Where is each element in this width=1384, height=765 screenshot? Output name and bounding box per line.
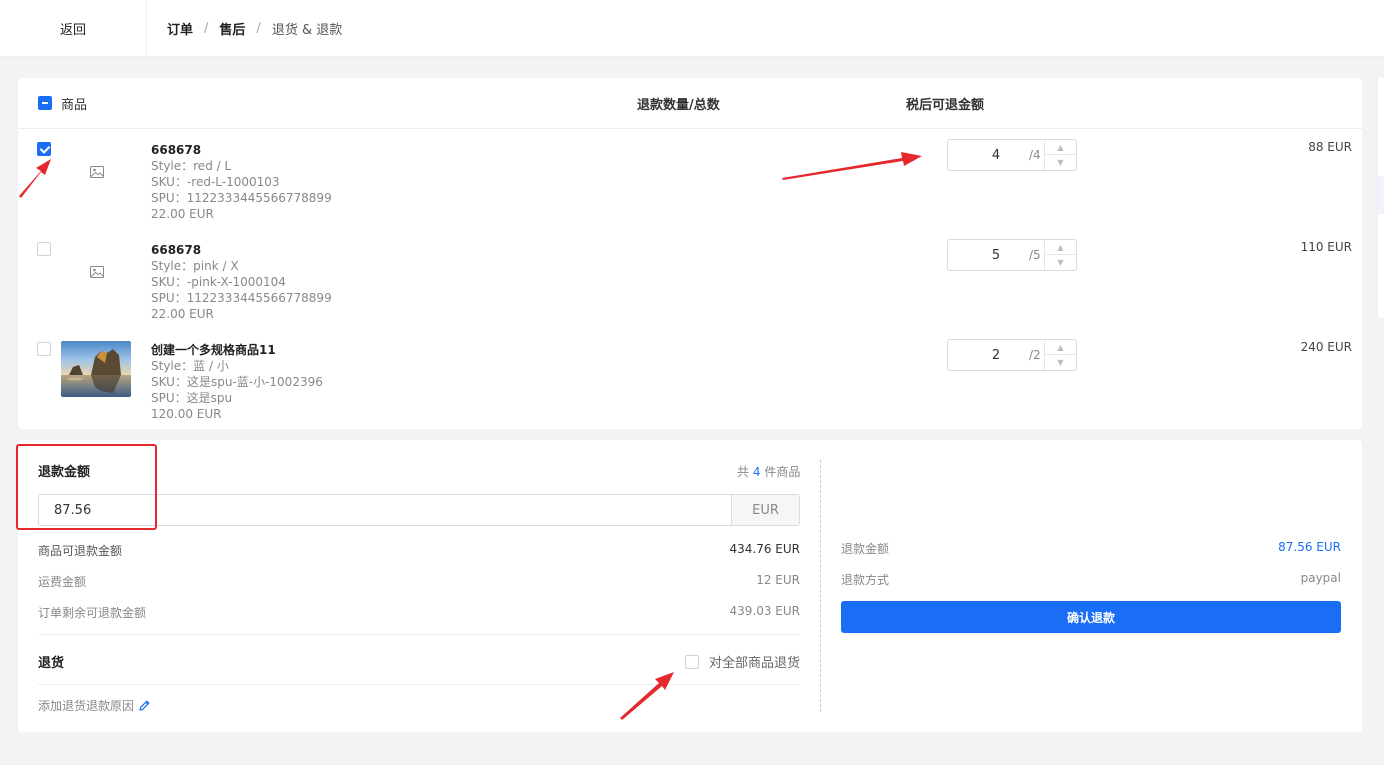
chevron-up-icon[interactable]: ▲ <box>1045 240 1076 255</box>
product-sku: SKU：-red-L-1000103 <box>151 175 280 189</box>
currency-addon: EUR <box>731 495 799 525</box>
breadcrumb-aftersales[interactable]: 售后 <box>219 19 245 38</box>
stepper-controls: ▲ ▼ <box>1044 340 1076 370</box>
summary-method-label: 退款方式 <box>841 573 890 587</box>
return-all-label[interactable]: 对全部商品退货 <box>709 652 800 671</box>
confirm-refund-button[interactable]: 确认退款 <box>841 601 1341 633</box>
return-all-checkbox[interactable] <box>684 654 699 669</box>
return-all-option[interactable]: 对全部商品退货 <box>684 652 800 671</box>
refund-amount-title: 退款金额 <box>38 465 91 480</box>
row-checkbox[interactable] <box>37 242 51 256</box>
product-name: 668678 <box>151 243 202 257</box>
remaining-label: 订单剩余可退款金额 <box>38 606 147 620</box>
stepper-controls: ▲ ▼ <box>1044 140 1076 170</box>
product-name: 668678 <box>151 143 202 157</box>
product-row: 创建一个多规格商品11 Style：蓝 / 小 SKU：这是spu-蓝-小-10… <box>18 330 1362 430</box>
vertical-divider <box>820 460 821 712</box>
remaining-row: 订单剩余可退款金额 439.03 EUR <box>38 604 800 621</box>
quantity-total: /5 <box>1029 248 1041 262</box>
add-reason-link[interactable]: 添加退货退款原因 <box>38 697 151 714</box>
summary-method-row: 退款方式 paypal <box>841 571 1341 588</box>
product-row: 668678 Style：pink / X SKU：-pink-X-100010… <box>18 230 1362 330</box>
column-product: 商品 <box>61 98 88 113</box>
product-thumbnail <box>61 341 131 397</box>
image-placeholder-icon <box>90 266 104 278</box>
item-count: 共 4 件商品 <box>737 463 800 480</box>
product-style: Style：pink / X <box>151 259 239 273</box>
remaining-value: 439.03 EUR <box>729 604 800 618</box>
product-price: 22.00 EUR <box>151 207 214 221</box>
divider <box>38 634 800 635</box>
refund-card: 退款金额 共 4 件商品 87.56 EUR 商品可退款金额 434.76 EU… <box>18 440 1362 732</box>
side-panel-edge <box>1377 78 1384 318</box>
divider <box>38 684 800 685</box>
product-style: Style：red / L <box>151 159 232 173</box>
shipping-value: 12 EUR <box>756 573 800 587</box>
chevron-up-icon[interactable]: ▲ <box>1045 140 1076 155</box>
column-qty: 退款数量/总数 <box>637 98 720 113</box>
row-checkbox[interactable] <box>37 142 51 156</box>
product-style: Style：蓝 / 小 <box>151 359 229 373</box>
breadcrumb-separator: / <box>256 20 261 36</box>
refund-amount-value[interactable]: 87.56 <box>54 503 91 518</box>
summary-amount-value: 87.56 EUR <box>1278 540 1341 554</box>
row-checkbox[interactable] <box>37 342 51 356</box>
product-info: 668678 Style：pink / X SKU：-pink-X-100010… <box>151 242 332 322</box>
product-price: 120.00 EUR <box>151 407 222 421</box>
summary-method-value: paypal <box>1300 571 1341 585</box>
breadcrumb-orders[interactable]: 订单 <box>167 19 193 38</box>
quantity-total: /2 <box>1029 348 1041 362</box>
item-count-prefix: 共 <box>737 465 750 479</box>
stepper-controls: ▲ ▼ <box>1044 240 1076 270</box>
summary-amount-row: 退款金额 87.56 EUR <box>841 540 1341 557</box>
add-reason-label[interactable]: 添加退货退款原因 <box>38 697 134 714</box>
breadcrumb: 订单 / 售后 / 退货 & 退款 <box>147 19 342 38</box>
shipping-row: 运费金额 12 EUR <box>38 573 800 590</box>
refundable-amount: 88 EUR <box>1308 140 1352 154</box>
item-count-suffix: 件商品 <box>764 465 801 479</box>
product-sku: SKU：-pink-X-1000104 <box>151 275 286 289</box>
quantity-stepper[interactable]: 2 /2 ▲ ▼ <box>947 339 1077 371</box>
image-placeholder-icon <box>90 166 104 178</box>
product-sku: SKU：这是spu-蓝-小-1002396 <box>151 375 323 389</box>
quantity-total: /4 <box>1029 148 1041 162</box>
breadcrumb-current: 退货 & 退款 <box>271 22 343 38</box>
quantity-stepper[interactable]: 5 /5 ▲ ▼ <box>947 239 1077 271</box>
refundable-value: 434.76 EUR <box>729 542 800 556</box>
product-info: 创建一个多规格商品11 Style：蓝 / 小 SKU：这是spu-蓝-小-10… <box>151 342 323 422</box>
chevron-down-icon[interactable]: ▼ <box>1045 155 1076 170</box>
breadcrumb-separator: / <box>204 20 209 36</box>
product-name: 创建一个多规格商品11 <box>151 343 276 357</box>
pencil-icon[interactable] <box>138 699 151 712</box>
refundable-amount: 110 EUR <box>1300 240 1352 254</box>
product-row: 668678 Style：red / L SKU：-red-L-1000103 … <box>18 130 1362 230</box>
product-spu: SPU：这是spu <box>151 391 233 405</box>
top-header: 返回 订单 / 售后 / 退货 & 退款 <box>0 0 1384 57</box>
product-info: 668678 Style：red / L SKU：-red-L-1000103 … <box>151 142 332 222</box>
summary-amount-label: 退款金额 <box>841 542 890 556</box>
return-title: 退货 <box>38 656 65 671</box>
back-button[interactable]: 返回 <box>0 0 147 57</box>
refundable-amount: 240 EUR <box>1300 340 1352 354</box>
shipping-label: 运费金额 <box>38 575 87 589</box>
product-spu: SPU：1122333445566778899 <box>151 291 332 305</box>
item-count-number: 4 <box>752 465 761 479</box>
chevron-up-icon[interactable]: ▲ <box>1045 340 1076 355</box>
products-table-header: 商品 退款数量/总数 税后可退金额 <box>18 78 1362 129</box>
select-all-checkbox[interactable] <box>38 96 52 110</box>
refund-amount-input[interactable]: 87.56 EUR <box>38 494 800 526</box>
products-card: 商品 退款数量/总数 税后可退金额 668678 Style：red / L S… <box>18 78 1362 429</box>
refundable-label: 商品可退款金额 <box>38 544 123 558</box>
quantity-stepper[interactable]: 4 /4 ▲ ▼ <box>947 139 1077 171</box>
column-amount: 税后可退金额 <box>906 98 985 113</box>
product-price: 22.00 EUR <box>151 307 214 321</box>
chevron-down-icon[interactable]: ▼ <box>1045 355 1076 370</box>
product-spu: SPU：1122333445566778899 <box>151 191 332 205</box>
side-panel-highlight <box>1378 176 1384 214</box>
chevron-down-icon[interactable]: ▼ <box>1045 255 1076 270</box>
refundable-row: 商品可退款金额 434.76 EUR <box>38 542 800 559</box>
